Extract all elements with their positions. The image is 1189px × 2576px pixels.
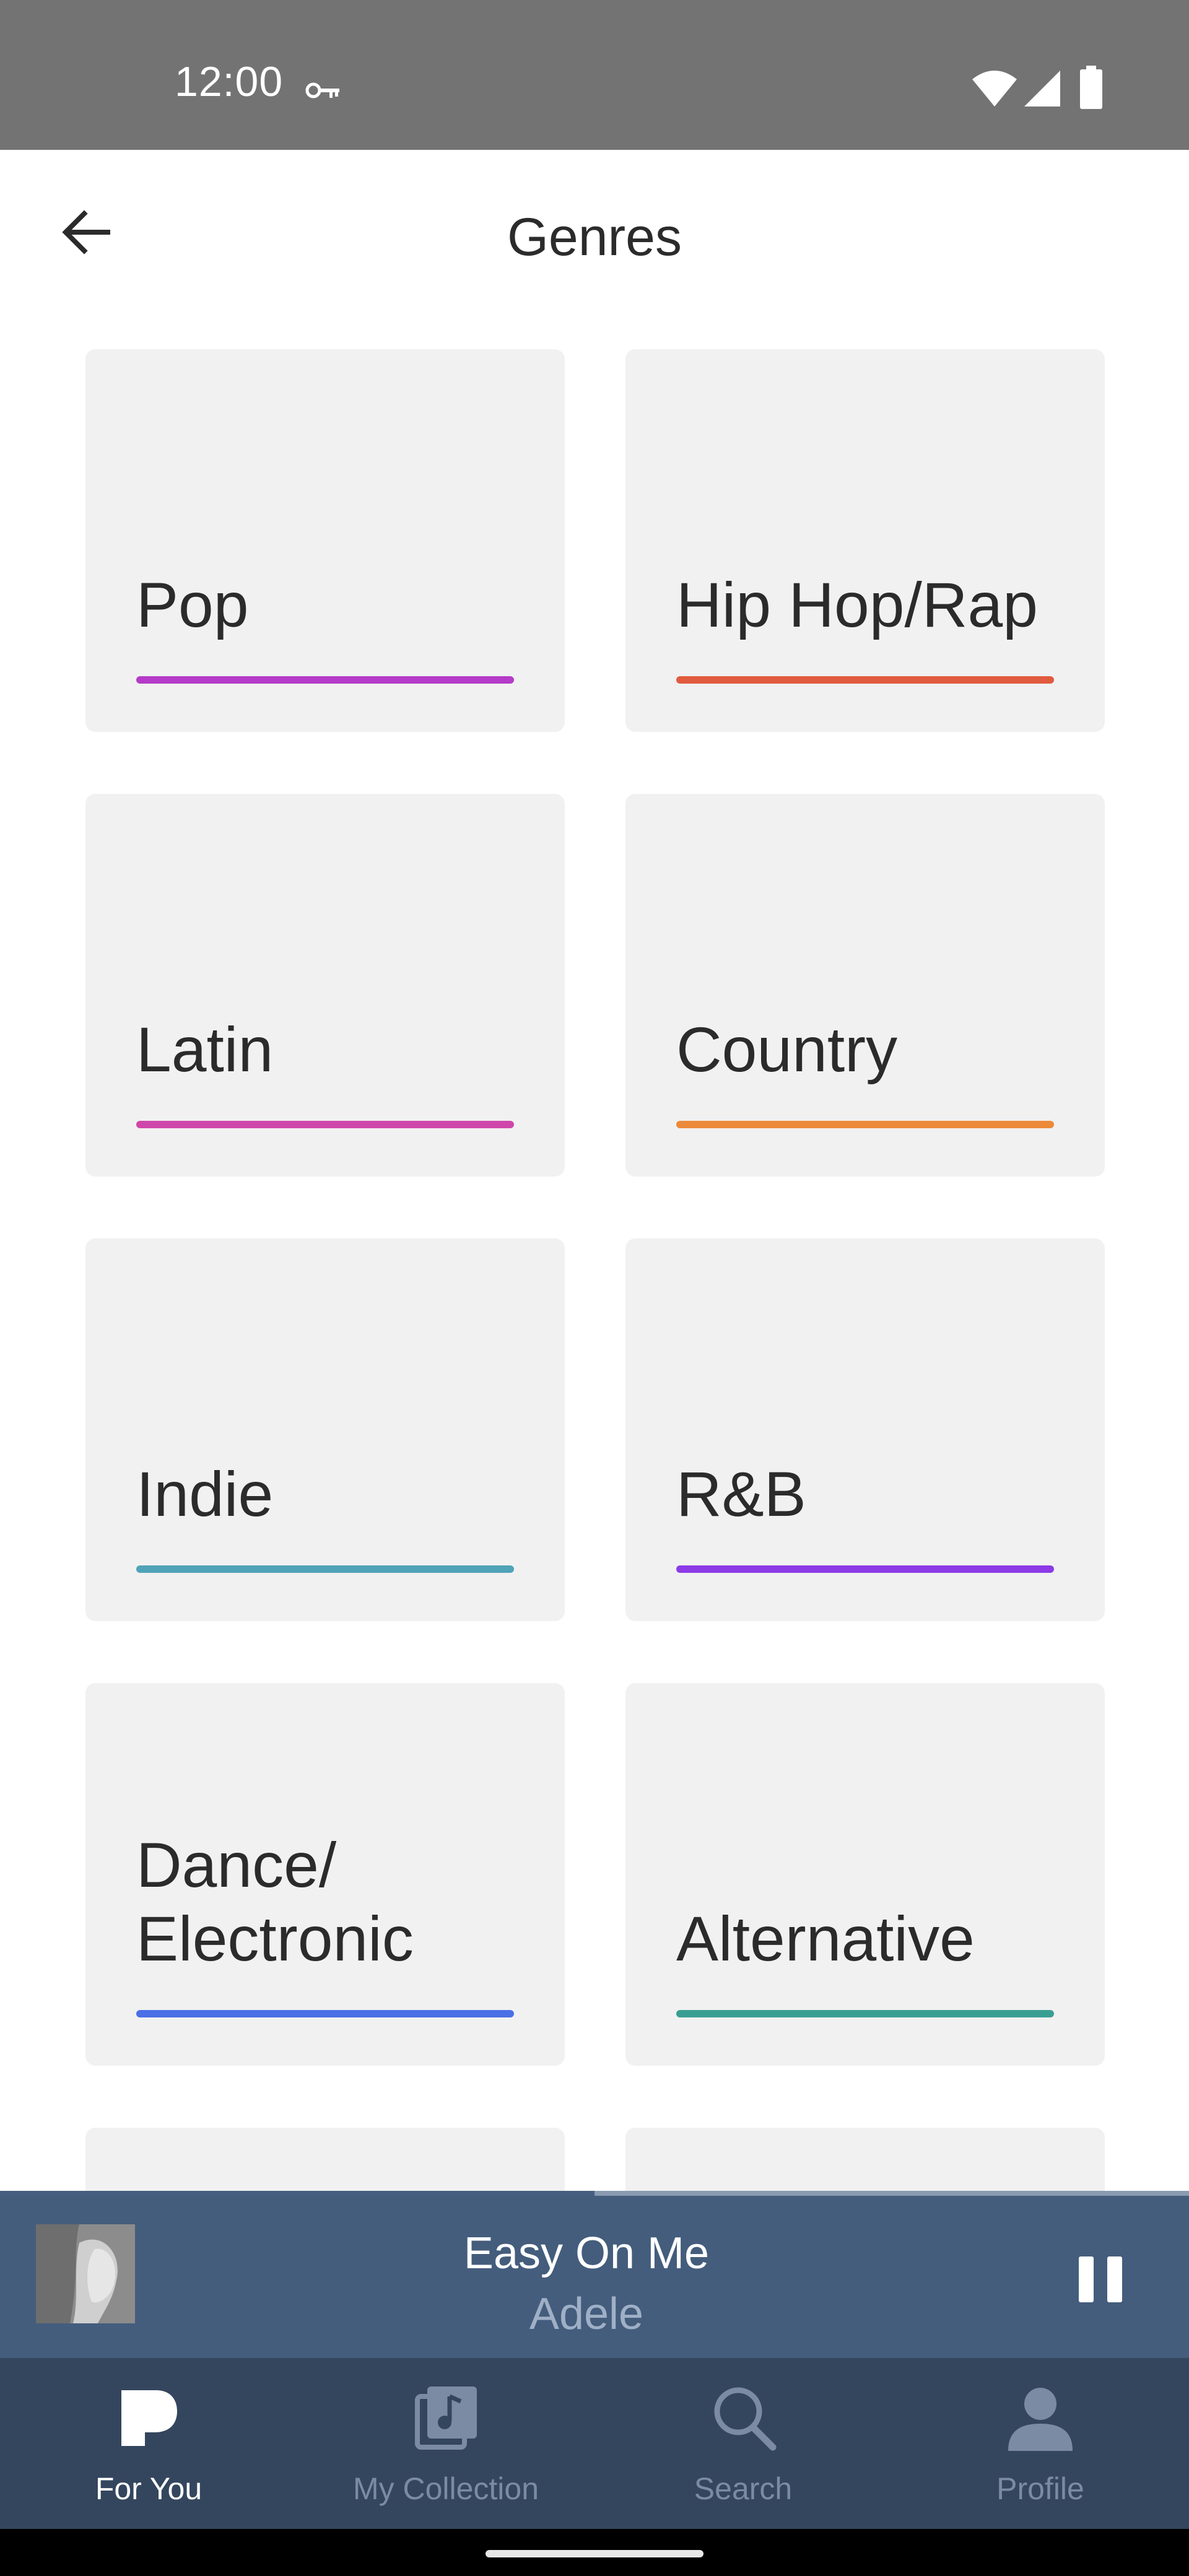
genre-card-hip-hop-rap[interactable]: Hip Hop/Rap	[625, 349, 1105, 732]
track-title: Easy On Me	[463, 2229, 710, 2278]
genre-accent-line	[676, 676, 1054, 684]
genre-accent-line	[676, 2010, 1054, 2017]
genre-card-partial[interactable]	[85, 2128, 565, 2195]
nav-for-you[interactable]: For You	[0, 2358, 297, 2529]
progress-fill	[0, 2191, 594, 2196]
genre-label: Indie	[136, 1458, 274, 1530]
pandora-p-icon	[121, 2390, 177, 2446]
page-title: Genres	[507, 207, 682, 267]
genre-accent-line	[136, 1121, 514, 1128]
genre-card-r-b[interactable]: R&B	[625, 1238, 1105, 1621]
nav-label: My Collection	[352, 2471, 539, 2506]
genre-label: R&B	[676, 1458, 806, 1530]
genre-accent-line	[676, 1565, 1054, 1573]
nav-profile[interactable]: Profile	[892, 2358, 1189, 2529]
genre-label: Dance/ Electronic	[136, 1830, 414, 1974]
nav-label: Search	[694, 2471, 793, 2506]
app-bar: Genres	[0, 150, 1189, 321]
genre-accent-line	[676, 1121, 1054, 1128]
genre-label: Latin	[136, 1014, 274, 1085]
genre-card-alternative[interactable]: Alternative	[625, 1683, 1105, 2066]
search-icon	[714, 2387, 777, 2451]
nav-search[interactable]: Search	[594, 2358, 892, 2529]
genre-label: Pop	[136, 569, 249, 640]
nav-my-collection[interactable]: My Collection	[297, 2358, 594, 2529]
mini-player[interactable]: Easy On Me Adele	[0, 2196, 1189, 2358]
genre-card-indie[interactable]: Indie	[85, 1238, 565, 1621]
profile-icon	[1008, 2388, 1073, 2451]
genre-label: Alternative	[676, 1903, 975, 1974]
genre-accent-line	[136, 2010, 514, 2017]
collection-icon	[415, 2387, 477, 2450]
pause-icon	[1107, 2256, 1122, 2302]
home-gesture-handle[interactable]	[486, 2550, 703, 2557]
genre-card-pop[interactable]: Pop	[85, 349, 565, 732]
genre-accent-line	[136, 676, 514, 684]
genre-card-country[interactable]: Country	[625, 794, 1105, 1177]
genre-accent-line	[136, 1565, 514, 1573]
genre-label: Country	[676, 1014, 898, 1085]
pause-button[interactable]	[1073, 2252, 1128, 2307]
genre-label: Hip Hop/Rap	[676, 569, 1038, 640]
genre-card-dance-electronic[interactable]: Dance/ Electronic	[85, 1683, 565, 2066]
pause-icon	[1079, 2256, 1094, 2302]
genre-grid: Pop Hip Hop/Rap Latin Country Indie R&B Dance/…	[0, 0, 1189, 2195]
bottom-nav: For You My Collection Search Profile	[0, 2358, 1189, 2529]
track-artist: Adele	[529, 2289, 644, 2339]
nav-label: For You	[95, 2471, 203, 2506]
nav-label: Profile	[996, 2471, 1084, 2506]
genre-card-partial[interactable]	[625, 2128, 1105, 2195]
genre-card-latin[interactable]: Latin	[85, 794, 565, 1177]
gesture-area	[0, 2529, 1189, 2576]
